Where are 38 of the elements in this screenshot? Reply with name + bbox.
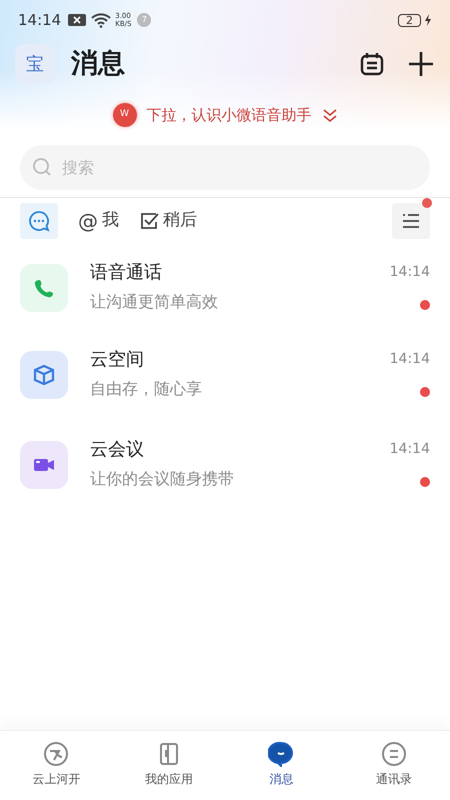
status-time: 14:14 (18, 10, 62, 31)
filter-menu-button[interactable] (392, 203, 430, 239)
nav-tab[interactable]: 通讯录 (338, 731, 450, 800)
conversation-title: 云会议 (90, 438, 145, 462)
conversation-preview: 让你的会议随身携带 (90, 468, 235, 490)
avatar[interactable]: 宝 (15, 44, 55, 84)
message-time: 14:14 (390, 440, 430, 459)
search-icon (32, 157, 52, 177)
chat-bubble-icon (268, 741, 294, 767)
message-time: 14:14 (390, 263, 430, 282)
nav-tab[interactable]: 云上河开 (0, 731, 112, 800)
mention-filter-tab[interactable]: @ 我 (78, 203, 119, 239)
chat-bubble-icon (28, 210, 50, 232)
cube-icon (32, 363, 56, 387)
wifi-icon (91, 12, 112, 28)
conversation-preview: 让沟通更简单高效 (90, 291, 219, 313)
later-filter-tab[interactable]: 稍后 (139, 203, 197, 239)
notification-icon (67, 13, 88, 27)
conversation-title: 云空间 (90, 348, 145, 372)
chat-filter-tab[interactable] (20, 203, 58, 239)
conversation-row[interactable]: 语音通话 让沟通更简单高效 14:14 (0, 244, 450, 334)
conversation-title: 语音通话 (90, 261, 163, 285)
list-icon (401, 212, 421, 230)
conversation-row[interactable]: 云空间 自由存，随心享 14:14 (0, 334, 450, 424)
double-chevron-icon (322, 107, 338, 123)
contacts-icon (380, 741, 407, 767)
conversation-preview: 自由存，随心享 (90, 378, 203, 400)
checkbox-icon (139, 211, 159, 231)
nav-tab[interactable]: 消息 (225, 731, 338, 800)
banner-text[interactable]: 下拉，认识小微语音助手 (146, 104, 312, 126)
conversation-row[interactable]: 云会议 让你的会议随身携带 14:14 (0, 424, 450, 514)
message-time: 14:14 (390, 350, 430, 369)
add-button[interactable] (407, 50, 435, 78)
calendar-button[interactable] (359, 51, 385, 77)
battery-level: 2 (398, 14, 421, 26)
nav-tab[interactable]: 我的应用 (112, 731, 225, 800)
page-title: 消息 (71, 46, 125, 81)
search-field[interactable]: 搜索 (20, 145, 430, 190)
